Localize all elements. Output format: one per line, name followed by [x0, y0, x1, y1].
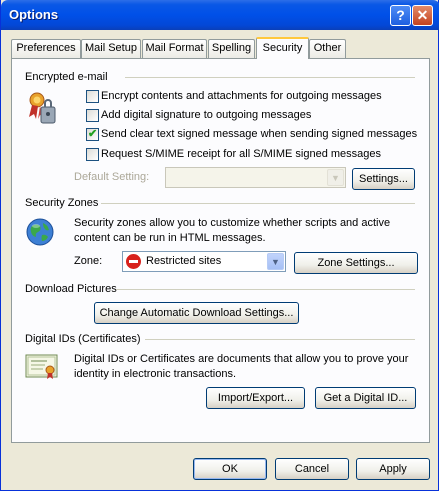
checkbox-box[interactable] — [86, 109, 99, 122]
default-setting-label: Default Setting: — [74, 171, 150, 183]
divider — [125, 77, 415, 78]
chevron-down-icon[interactable]: ▼ — [327, 169, 344, 186]
checkbox-label: Request S/MIME receipt for all S/MIME si… — [101, 148, 381, 160]
divider — [101, 203, 415, 204]
tab-mail-format[interactable]: Mail Format — [142, 39, 207, 58]
security-tab-panel: Encrypted e-mail Encrypt contents and at… — [11, 58, 430, 443]
download-pictures-heading: Download Pictures — [25, 283, 117, 295]
window-title: Options — [9, 7, 59, 22]
certificate-icon — [25, 353, 59, 381]
tab-other[interactable]: Other — [309, 39, 346, 58]
tab-security[interactable]: Security — [256, 37, 309, 59]
get-a-digital-id-button[interactable]: Get a Digital ID... — [315, 387, 416, 409]
globe-icon — [25, 217, 55, 247]
encrypted-email-heading: Encrypted e-mail — [25, 71, 108, 83]
security-zones-heading: Security Zones — [25, 197, 99, 209]
digital-ids-heading: Digital IDs (Certificates) — [25, 333, 141, 345]
ok-button[interactable]: OK — [193, 458, 267, 480]
zone-dropdown[interactable]: Restricted sites ▼ — [122, 251, 286, 272]
default-setting-dropdown[interactable]: ▼ — [165, 167, 346, 188]
zone-settings-button[interactable]: Zone Settings... — [294, 252, 418, 274]
checkbox-label: Encrypt contents and attachments for out… — [101, 90, 382, 102]
restricted-icon-bar — [129, 260, 138, 263]
checkmark-icon: ✔ — [88, 128, 98, 140]
tab-mail-setup[interactable]: Mail Setup — [81, 39, 141, 58]
checkbox-box[interactable]: ✔ — [86, 128, 99, 141]
close-icon[interactable]: ✕ — [412, 5, 433, 26]
checkbox-box[interactable] — [86, 90, 99, 103]
digital-ids-description: Digital IDs or Certificates are document… — [74, 353, 409, 380]
tab-preferences[interactable]: Preferences — [11, 39, 81, 58]
zone-label: Zone: — [74, 255, 103, 267]
certificate-lock-icon — [26, 91, 60, 125]
checkbox-label: Send clear text signed message when send… — [101, 128, 418, 140]
options-dialog: Options ? ✕ Preferences Mail Setup Mail … — [0, 0, 439, 491]
checkbox-label: Add digital signature to outgoing messag… — [101, 109, 312, 121]
divider — [145, 339, 415, 340]
checkbox-box[interactable] — [86, 148, 99, 161]
help-icon[interactable]: ? — [390, 5, 411, 26]
settings-button[interactable]: Settings... — [352, 168, 415, 190]
security-zones-description: Security zones allow you to customize wh… — [74, 217, 391, 244]
import-export-button[interactable]: Import/Export... — [206, 387, 305, 409]
divider — [116, 289, 415, 290]
chevron-down-icon[interactable]: ▼ — [267, 253, 284, 270]
zone-value: Restricted sites — [146, 255, 222, 267]
tab-spelling[interactable]: Spelling — [208, 39, 255, 58]
apply-button[interactable]: Apply — [356, 458, 430, 480]
change-automatic-download-settings-button[interactable]: Change Automatic Download Settings... — [94, 302, 299, 324]
cancel-button[interactable]: Cancel — [275, 458, 349, 480]
title-bar[interactable]: Options ? ✕ — [1, 0, 439, 30]
